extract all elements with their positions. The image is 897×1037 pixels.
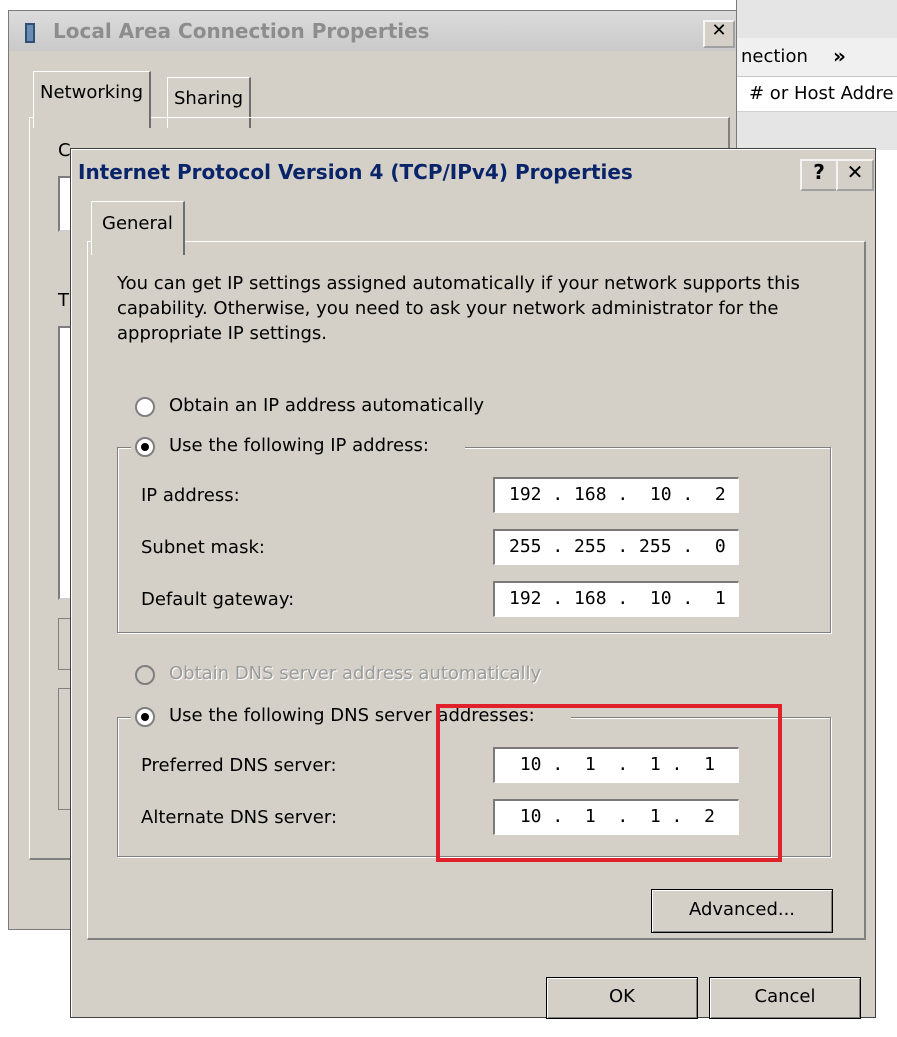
- obtain-dns-auto-label[interactable]: Obtain DNS server address automatically: [169, 663, 541, 684]
- background-toolbar: nection »: [737, 38, 897, 77]
- intro-text: You can get IP settings assigned automat…: [117, 273, 800, 344]
- toolbar-overflow-icon[interactable]: »: [833, 44, 846, 68]
- obtain-ip-auto-label[interactable]: Obtain an IP address automatically: [169, 395, 484, 416]
- preferred-dns-label: Preferred DNS server:: [141, 755, 337, 776]
- inner-dialog-title: Internet Protocol Version 4 (TCP/IPv4) P…: [78, 160, 633, 184]
- tab-sharing-label: Sharing: [174, 88, 244, 109]
- outer-connect-using-label: C: [58, 140, 71, 161]
- outer-items-label: T: [58, 290, 69, 311]
- close-icon: ✕: [846, 160, 864, 184]
- default-gateway-input[interactable]: 192 . 168 . 10 . 1: [493, 581, 739, 617]
- ip-address-input[interactable]: 192 . 168 . 10 . 2: [493, 477, 739, 513]
- background-window: nection » # or Host Addre: [736, 0, 897, 150]
- cancel-button-label: Cancel: [754, 986, 816, 1007]
- subnet-mask-input[interactable]: 255 . 255 . 255 . 0: [493, 529, 739, 565]
- tab-networking[interactable]: Networking: [33, 71, 151, 128]
- ipv4-properties-dialog: Internet Protocol Version 4 (TCP/IPv4) P…: [70, 148, 876, 1019]
- radio-obtain-dns-auto[interactable]: [135, 665, 155, 685]
- background-toolbar-label[interactable]: nection: [741, 46, 808, 67]
- help-button[interactable]: ?: [800, 159, 838, 191]
- network-adapter-icon: [25, 23, 35, 43]
- background-column-header[interactable]: # or Host Addre: [737, 77, 897, 112]
- use-following-ip-label[interactable]: Use the following IP address:: [169, 435, 429, 456]
- advanced-button[interactable]: Advanced...: [651, 889, 833, 933]
- inner-title-bar[interactable]: Internet Protocol Version 4 (TCP/IPv4) P…: [72, 150, 874, 196]
- subnet-mask-label: Subnet mask:: [141, 537, 265, 558]
- help-icon: ?: [813, 160, 825, 184]
- outer-title-bar[interactable]: Local Area Connection Properties ✕: [9, 11, 736, 51]
- cancel-button[interactable]: Cancel: [709, 977, 861, 1019]
- column-header-label: # or Host Addre: [749, 83, 894, 104]
- inner-close-button[interactable]: ✕: [836, 159, 874, 191]
- ip-address-label: IP address:: [141, 485, 240, 506]
- radio-obtain-ip-auto[interactable]: [135, 397, 155, 417]
- tab-general[interactable]: General: [91, 201, 185, 255]
- radio-use-following-ip[interactable]: [135, 437, 155, 457]
- dns-highlight-box: [436, 704, 782, 862]
- tab-networking-label: Networking: [40, 82, 143, 103]
- close-icon: ✕: [711, 20, 727, 41]
- ok-button-label: OK: [609, 986, 635, 1007]
- radio-use-following-dns[interactable]: [135, 707, 155, 727]
- outer-close-button[interactable]: ✕: [703, 20, 735, 48]
- advanced-button-label: Advanced...: [688, 899, 796, 920]
- default-gateway-label: Default gateway:: [141, 589, 295, 610]
- outer-dialog-title: Local Area Connection Properties: [53, 19, 430, 43]
- tab-general-label: General: [102, 213, 173, 234]
- alternate-dns-label: Alternate DNS server:: [141, 807, 338, 828]
- ok-button[interactable]: OK: [546, 977, 698, 1019]
